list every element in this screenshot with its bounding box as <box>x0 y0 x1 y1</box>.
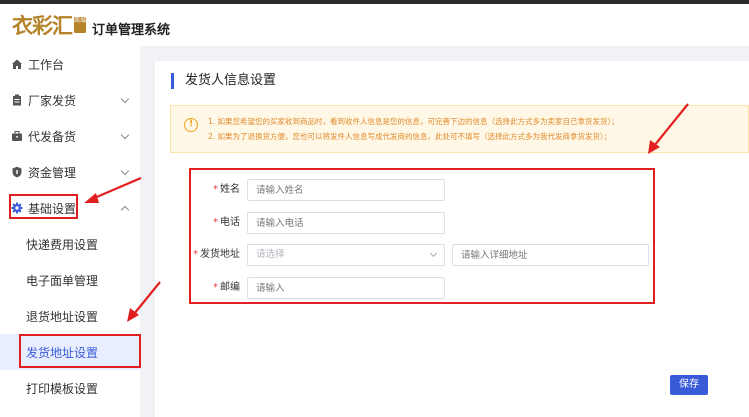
phone-label: * 电话 <box>213 217 240 228</box>
sidebar-subitem-label: 打印模板设置 <box>26 381 99 396</box>
sidebar-item-label: 基础设置 <box>28 201 77 216</box>
sidebar-item-label: 代发备货 <box>28 129 77 144</box>
sidebar-subitem-label: 电子面单管理 <box>26 273 99 288</box>
region-select[interactable]: 请选择 <box>247 244 445 266</box>
postcode-input[interactable] <box>247 277 445 299</box>
detail-address-input[interactable] <box>452 244 649 266</box>
section-title: 发货人信息设置 <box>171 73 276 89</box>
sidebar-subitem-label: 发货地址设置 <box>26 345 99 360</box>
system-title: 订单管理系统 <box>92 23 171 38</box>
chevron-down-icon <box>120 94 130 104</box>
sidebar-subitem-e-waybill[interactable]: 电子面单管理 <box>0 262 140 298</box>
sidebar-item-label: 厂家发货 <box>28 93 77 108</box>
notice-line-1: 1. 如果您希望您的买家收到商品时，看到收件人信息是您的信息，可完善下边的信息（… <box>208 117 619 126</box>
sidebar-subitem-print-template[interactable]: 打印模板设置 <box>0 370 140 406</box>
form-row-address: * 发货地址 请选择 <box>155 244 749 266</box>
sidebar-item-label: 资金管理 <box>28 165 77 180</box>
save-button[interactable]: 保存 <box>670 375 708 395</box>
sidebar-item-dropship-stock[interactable]: 代发备货 <box>0 118 140 154</box>
logo-badge: 商城 <box>74 17 86 33</box>
chevron-down-icon <box>120 130 130 140</box>
sidebar-item-dashboard[interactable]: 工作台 <box>0 46 140 82</box>
postcode-label: * 邮编 <box>213 282 240 293</box>
shield-icon <box>11 166 23 178</box>
form-row-postcode: * 邮编 <box>155 277 749 299</box>
chevron-up-icon <box>120 205 130 215</box>
home-icon <box>11 58 23 70</box>
sidebar-subitem-express-fee[interactable]: 快递费用设置 <box>0 226 140 262</box>
sidebar-subitem-label: 退货地址设置 <box>26 309 99 324</box>
form-row-phone: * 电话 <box>155 212 749 234</box>
sidebar-subitem-label: 快递费用设置 <box>26 237 99 252</box>
sidebar-item-factory-shipping[interactable]: 厂家发货 <box>0 82 140 118</box>
region-select-placeholder: 请选择 <box>256 249 285 260</box>
top-bar: 衣彩汇 商城 订单管理系统 <box>0 0 749 46</box>
chevron-down-icon <box>429 249 438 258</box>
address-label: * 发货地址 <box>193 249 240 260</box>
sidebar: 工作台 厂家发货 代发备货 资金管理 基础设置 快递费用设置 电子面单管理 退货… <box>0 46 140 417</box>
sidebar-subitem-ship-address[interactable]: 发货地址设置 <box>0 334 140 370</box>
sidebar-item-basic-settings[interactable]: 基础设置 <box>0 190 140 226</box>
logo-text: 衣彩汇 <box>12 13 73 38</box>
brand-logo[interactable]: 衣彩汇 商城 <box>12 12 86 38</box>
exclamation-icon: ! <box>184 118 198 132</box>
sidebar-item-funds[interactable]: 资金管理 <box>0 154 140 190</box>
chevron-down-icon <box>120 166 130 176</box>
clipboard-icon <box>11 94 23 106</box>
gear-icon <box>11 202 23 214</box>
name-label: * 姓名 <box>213 184 240 195</box>
name-input[interactable] <box>247 179 445 201</box>
sidebar-subitem-return-address[interactable]: 退货地址设置 <box>0 298 140 334</box>
notice-box: ! 1. 如果您希望您的买家收到商品时，看到收件人信息是您的信息，可完善下边的信… <box>170 105 749 153</box>
sidebar-item-label: 工作台 <box>28 57 65 72</box>
phone-input[interactable] <box>247 212 445 234</box>
notice-line-2: 2. 如果为了退换货方便，您也可以将发件人信息写成代发商的信息，此处可不填写（选… <box>208 132 612 141</box>
form-row-name: * 姓名 <box>155 179 749 201</box>
briefcase-icon <box>11 130 23 142</box>
main-panel: 发货人信息设置 ! 1. 如果您希望您的买家收到商品时，看到收件人信息是您的信息… <box>155 61 749 417</box>
